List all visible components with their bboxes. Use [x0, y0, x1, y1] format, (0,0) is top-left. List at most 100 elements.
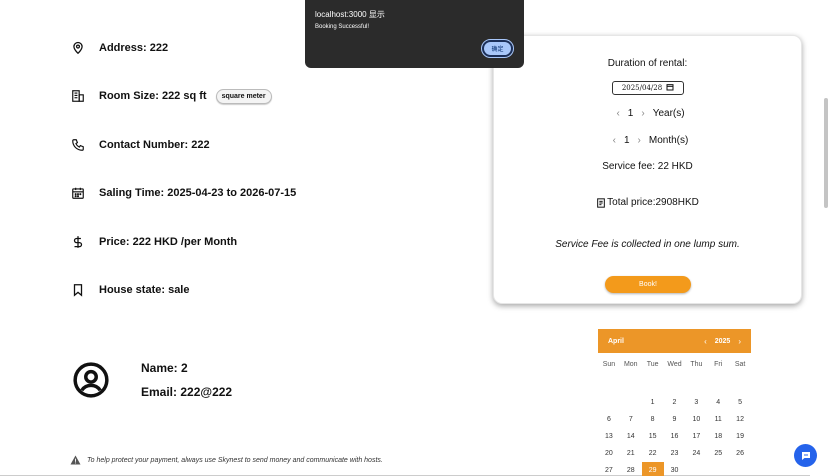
months-decrement-icon[interactable]: ‹ [613, 135, 616, 146]
weekday-label: Fri [714, 361, 723, 368]
calendar-day[interactable]: 6 [598, 411, 620, 428]
calendar-day[interactable]: 18 [707, 428, 729, 445]
date-input[interactable]: 2025/04/28 [612, 81, 684, 95]
calendar-empty-cell [729, 377, 751, 394]
calendar-empty-cell [664, 377, 686, 394]
unit-toggle-button[interactable]: square meter [215, 88, 272, 104]
dialog-title: localhost:3000 显示 [315, 10, 385, 19]
calendar-day[interactable]: 29 [641, 462, 664, 476]
service-fee: Service fee: 22 HKD [602, 161, 693, 172]
calendar-day[interactable]: 3 [685, 394, 707, 411]
phone-icon [70, 137, 86, 153]
warning-icon [70, 455, 81, 465]
date-value: 2025/04/28 [621, 84, 663, 92]
calendar-empty-cell [685, 377, 707, 394]
chat-icon [800, 450, 812, 462]
alert-dialog: localhost:3000 显示 Booking Successful! 确定 [305, 0, 524, 68]
calendar-month: April [608, 337, 624, 345]
calendar-day[interactable]: 30 [664, 462, 686, 476]
dialog-message: Booking Successful! [315, 24, 370, 30]
calendar-day[interactable]: 17 [685, 428, 707, 445]
price-row: Price: 222 HKD /per Month [70, 234, 237, 250]
room-size-row: Room Size: 222 sq ft square meter [70, 88, 272, 104]
weekday-label: Sat [734, 361, 746, 368]
address-text: Address: 222 [99, 42, 169, 54]
calendar-empty-cell [685, 462, 707, 476]
calendar-empty-cell [729, 462, 751, 476]
calendar-day[interactable]: 11 [707, 411, 729, 428]
calendar-day[interactable]: 8 [642, 411, 664, 428]
fee-note: Service Fee is collected in one lump sum… [555, 239, 740, 250]
calendar-empty-cell [620, 377, 642, 394]
calendar-day[interactable]: 28 [620, 462, 642, 476]
host-email: Email: 222@222 [141, 385, 233, 399]
calendar-day[interactable]: 19 [729, 428, 751, 445]
calendar-day[interactable]: 25 [707, 445, 729, 462]
weekday-label: Tue [646, 361, 659, 368]
calendar-picker-icon[interactable] [666, 83, 674, 93]
calendar-day[interactable]: 5 [729, 394, 751, 411]
address-row: Address: 222 [70, 40, 168, 56]
total-price: Total price:2908HKD [607, 197, 699, 208]
years-increment-icon[interactable]: › [641, 108, 644, 119]
months-increment-icon[interactable]: › [638, 135, 641, 146]
calendar-day[interactable]: 1 [642, 394, 664, 411]
payment-notice: To help protect your payment, always use… [70, 455, 383, 465]
price-text: Price: 222 HKD /per Month [99, 236, 238, 248]
availability-calendar: April ‹ 2025 › Sun Mon Tue Wed Thu Fri Sat 1 2 3 4… [598, 329, 751, 476]
weekday-label: Mon [623, 361, 638, 368]
duration-label: Duration of rental: [607, 58, 688, 69]
calendar-day[interactable]: 15 [642, 428, 664, 445]
host-name: Name: 2 [141, 361, 188, 375]
calendar-day[interactable]: 13 [598, 428, 620, 445]
months-stepper: ‹ 1 › Month(s) [494, 135, 801, 146]
calendar-day[interactable]: 20 [598, 445, 620, 462]
total-price-row: Total price:2908HKD [494, 197, 801, 208]
booking-card: Duration of rental: 2025/04/28 ‹ 1 › Yea… [493, 35, 802, 304]
calendar-day[interactable]: 22 [642, 445, 664, 462]
house-state-text: House state: sale [99, 284, 190, 296]
calendar-day[interactable]: 10 [685, 411, 707, 428]
calendar-empty-cell [642, 377, 664, 394]
receipt-icon [596, 197, 606, 208]
bookmark-icon [70, 282, 86, 298]
next-month-icon[interactable]: › [738, 337, 741, 346]
calendar-day[interactable]: 2 [664, 394, 686, 411]
chat-button[interactable] [794, 444, 817, 467]
calendar-day[interactable]: 21 [620, 445, 642, 462]
saling-time-row: Saling Time: 2025-04-23 to 2026-07-15 [70, 185, 296, 201]
dollar-icon [70, 234, 86, 250]
calendar-grid: Sun Mon Tue Wed Thu Fri Sat 1 2 3 4 5 6 7 8 9 10 11 12 13 14… [598, 353, 751, 476]
calendar-day[interactable]: 9 [664, 411, 686, 428]
weekday-label: Wed [667, 361, 682, 368]
calendar-empty-cell [620, 394, 642, 411]
location-pin-icon [70, 40, 86, 56]
contact-text: Contact Number: 222 [99, 139, 210, 151]
book-button[interactable]: Book! [605, 276, 691, 293]
calendar-year: 2025 [714, 337, 731, 345]
calendar-day[interactable]: 27 [598, 462, 620, 476]
calendar-header: April ‹ 2025 › [598, 329, 751, 353]
host-avatar-icon [72, 361, 110, 404]
calendar-day[interactable]: 7 [620, 411, 642, 428]
months-unit: Month(s) [648, 135, 689, 146]
calendar-day[interactable]: 4 [707, 394, 729, 411]
years-value: 1 [627, 108, 634, 119]
years-decrement-icon[interactable]: ‹ [616, 108, 619, 119]
calendar-day[interactable]: 24 [685, 445, 707, 462]
scrollbar[interactable] [824, 98, 828, 208]
payment-notice-text: To help protect your payment, always use… [87, 456, 383, 464]
calendar-day[interactable]: 23 [664, 445, 686, 462]
prev-month-icon[interactable]: ‹ [704, 337, 707, 346]
calendar-day[interactable]: 16 [664, 428, 686, 445]
building-icon [70, 88, 86, 104]
dialog-ok-button[interactable]: 确定 [481, 39, 514, 58]
months-value: 1 [623, 135, 630, 146]
weekday-label: Thu [690, 361, 703, 368]
calendar-day[interactable]: 14 [620, 428, 642, 445]
years-unit: Year(s) [652, 108, 685, 119]
calendar-empty-cell [707, 377, 729, 394]
calendar-day[interactable]: 26 [729, 445, 751, 462]
calendar-empty-cell [598, 377, 620, 394]
calendar-day[interactable]: 12 [729, 411, 751, 428]
